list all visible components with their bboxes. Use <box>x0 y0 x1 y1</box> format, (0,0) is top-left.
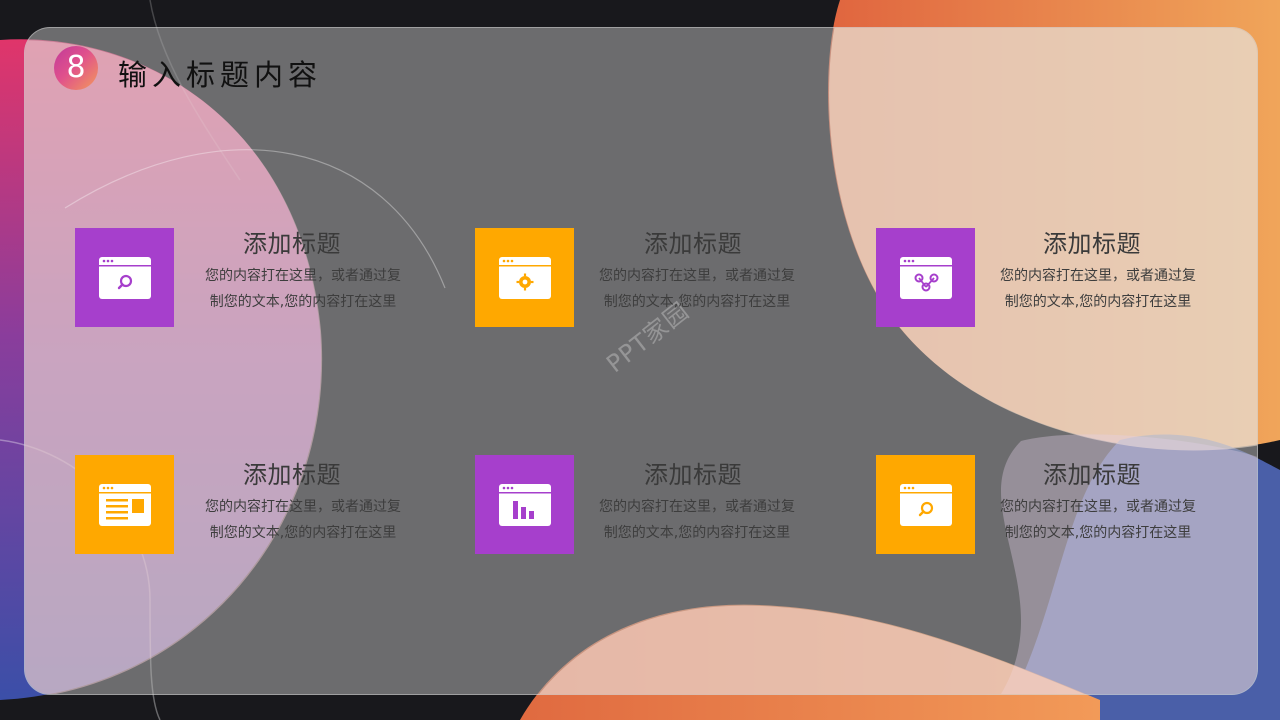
item-title: 添加标题 <box>644 230 742 258</box>
browser-gear-icon <box>475 228 574 327</box>
browser-layout-icon <box>75 455 174 554</box>
browser-chart-icon <box>475 455 574 554</box>
item-description-line: 制您的文本,您的内容打在这里 <box>603 525 791 541</box>
item-description: 您的内容打在这里，或者通过复 制您的文本,您的内容打在这里 <box>178 263 428 315</box>
item-title: 添加标题 <box>1043 230 1141 258</box>
item-description-line: 您的内容打在这里，或者通过复 <box>1000 268 1196 284</box>
item-title: 添加标题 <box>243 461 341 489</box>
browser-network-icon <box>876 228 975 327</box>
item-description-line: 您的内容打在这里，或者通过复 <box>1000 499 1196 515</box>
slide-number: 8 <box>66 50 86 85</box>
item-description-line: 您的内容打在这里，或者通过复 <box>205 268 401 284</box>
item-description-line: 制您的文本,您的内容打在这里 <box>1004 525 1192 541</box>
item-description: 您的内容打在这里，或者通过复 制您的文本,您的内容打在这里 <box>572 494 822 546</box>
item-description: 您的内容打在这里，或者通过复 制您的文本,您的内容打在这里 <box>572 263 822 315</box>
item-description-line: 您的内容打在这里，或者通过复 <box>205 499 401 515</box>
slide-number-badge: 8 <box>54 46 98 90</box>
item-description: 您的内容打在这里，或者通过复 制您的文本,您的内容打在这里 <box>178 494 428 546</box>
item-title: 添加标题 <box>243 230 341 258</box>
item-description: 您的内容打在这里，或者通过复 制您的文本,您的内容打在这里 <box>973 494 1223 546</box>
item-description-line: 您的内容打在这里，或者通过复 <box>599 268 795 284</box>
browser-search-icon <box>75 228 174 327</box>
item-description: 您的内容打在这里，或者通过复 制您的文本,您的内容打在这里 <box>973 263 1223 315</box>
item-description-line: 制您的文本,您的内容打在这里 <box>209 525 397 541</box>
item-description-line: 制您的文本,您的内容打在这里 <box>603 294 791 310</box>
item-description-line: 您的内容打在这里，或者通过复 <box>599 499 795 515</box>
item-description-line: 制您的文本,您的内容打在这里 <box>1004 294 1192 310</box>
item-title: 添加标题 <box>644 461 742 489</box>
page-title: 输入标题内容 <box>118 58 323 92</box>
item-description-line: 制您的文本,您的内容打在这里 <box>209 294 397 310</box>
browser-search-icon <box>876 455 975 554</box>
item-title: 添加标题 <box>1043 461 1141 489</box>
